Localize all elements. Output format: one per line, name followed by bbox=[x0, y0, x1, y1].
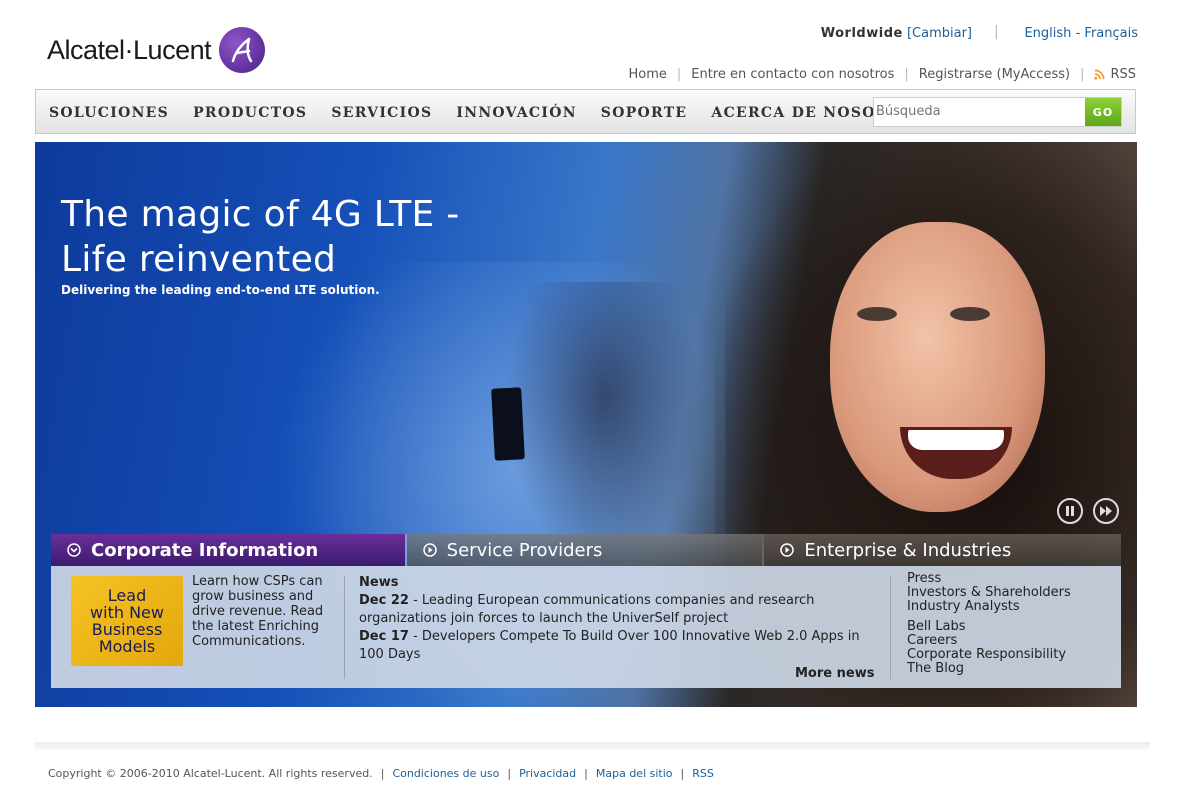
terms-link[interactable]: Condiciones de uso bbox=[392, 767, 499, 780]
nav-item-soporte[interactable]: SOPORTE bbox=[601, 105, 688, 121]
next-slide-button[interactable] bbox=[1093, 498, 1119, 524]
panel-divider bbox=[344, 576, 345, 679]
news-item[interactable]: Dec 22 - Leading European communications… bbox=[359, 592, 874, 628]
promo-line: Lead bbox=[107, 586, 147, 605]
investors-link[interactable]: Investors & Shareholders bbox=[907, 586, 1071, 600]
hero-teeth bbox=[908, 430, 1004, 450]
worldwide-label: Worldwide bbox=[820, 26, 903, 41]
business-models-promo-image[interactable]: Lead with New Business Models bbox=[71, 576, 183, 666]
logo-a-icon bbox=[219, 27, 266, 73]
utility-separator: | bbox=[676, 67, 682, 82]
circle-chevron-down-icon bbox=[67, 543, 81, 557]
change-region-link[interactable]: [Cambiar] bbox=[907, 26, 972, 41]
hero-eye-left bbox=[857, 307, 897, 321]
blog-link[interactable]: The Blog bbox=[907, 662, 1071, 676]
search-input[interactable] bbox=[874, 98, 1083, 124]
news-item[interactable]: Dec 17 - Developers Compete To Build Ove… bbox=[359, 628, 874, 664]
hero-eye-right bbox=[950, 307, 990, 321]
corporate-info-panel: Lead with New Business Models Learn how … bbox=[51, 566, 1121, 688]
hero-headline-line2: Life reinvented bbox=[61, 239, 337, 280]
home-link[interactable]: Home bbox=[628, 67, 666, 82]
nav-item-servicios[interactable]: SERVICIOS bbox=[331, 105, 432, 121]
search-go-button[interactable]: GO bbox=[1085, 98, 1121, 126]
audience-tabs: Corporate Information Service Providers … bbox=[51, 534, 1122, 566]
news-text: - Developers Compete To Build Over 100 I… bbox=[359, 629, 860, 662]
worldwide-selector: Worldwide [Cambiar] bbox=[821, 26, 972, 41]
logo-wordmark: Alcatel·Lucent bbox=[47, 34, 212, 65]
tab-label: Enterprise & Industries bbox=[804, 539, 1012, 561]
news-heading: News bbox=[359, 575, 399, 590]
main-nav: SOLUCIONES PRODUCTOS SERVICIOS INNOVACIÓ… bbox=[35, 89, 1136, 134]
french-link[interactable]: Français bbox=[1084, 26, 1138, 41]
privacy-link[interactable]: Privacidad bbox=[519, 767, 576, 780]
register-link[interactable]: Registrarse (MyAccess) bbox=[919, 67, 1070, 82]
contact-link[interactable]: Entre en contacto con nosotros bbox=[691, 67, 894, 82]
corporate-links: Press Investors & Shareholders Industry … bbox=[907, 572, 1071, 676]
utility-separator: | bbox=[1080, 67, 1085, 82]
careers-link[interactable]: Careers bbox=[907, 634, 1071, 648]
language-separator: - bbox=[1075, 26, 1081, 41]
copyright-text: Copyright © 2006-2010 Alcatel-Lucent. Al… bbox=[48, 767, 373, 780]
press-link[interactable]: Press bbox=[907, 572, 1071, 586]
circle-play-icon bbox=[780, 543, 795, 557]
hero-man-image bbox=[505, 282, 705, 572]
rss-icon bbox=[1094, 69, 1105, 80]
pause-icon bbox=[1066, 506, 1074, 516]
promo-line: with New bbox=[90, 603, 164, 622]
hero-headline: The magic of 4G LTE - Life reinvented bbox=[61, 192, 460, 282]
pause-button[interactable] bbox=[1057, 498, 1083, 524]
footer-separator: | bbox=[584, 767, 588, 780]
bell-labs-link[interactable]: Bell Labs bbox=[907, 620, 1071, 634]
footer-separator: | bbox=[507, 767, 512, 780]
hero-banner[interactable]: The magic of 4G LTE - Life reinvented De… bbox=[35, 142, 1137, 707]
tab-label: Corporate Information bbox=[91, 539, 319, 561]
panel-divider bbox=[890, 576, 891, 679]
hero-subline: Delivering the leading end-to-end LTE so… bbox=[61, 283, 380, 297]
nav-item-productos[interactable]: PRODUCTOS bbox=[193, 105, 307, 121]
alcatel-lucent-logo[interactable]: Alcatel·Lucent bbox=[47, 26, 266, 74]
sitemap-link[interactable]: Mapa del sitio bbox=[596, 767, 673, 780]
utility-nav: Home | Entre en contacto con nosotros | … bbox=[628, 67, 1136, 82]
hero-headline-line1: The magic of 4G LTE - bbox=[61, 194, 460, 235]
more-news-link[interactable]: More news bbox=[795, 666, 874, 681]
english-link[interactable]: English bbox=[1024, 26, 1071, 41]
corporate-responsibility-link[interactable]: Corporate Responsibility bbox=[907, 648, 1071, 662]
promo-line: Business bbox=[91, 620, 163, 639]
rss-link[interactable]: RSS bbox=[1110, 67, 1136, 82]
nav-item-soluciones[interactable]: SOLUCIONES bbox=[49, 105, 169, 121]
news-section: News Dec 22 - Leading European communica… bbox=[359, 574, 874, 664]
search-box: GO bbox=[873, 97, 1122, 127]
analysts-link[interactable]: Industry Analysts bbox=[907, 600, 1071, 614]
hero-phone-image bbox=[491, 387, 525, 461]
news-text: - Leading European communications compan… bbox=[359, 593, 815, 626]
language-switcher: English - Français bbox=[1024, 26, 1138, 41]
news-date: Dec 22 bbox=[359, 593, 409, 608]
footer-rss-link[interactable]: RSS bbox=[692, 767, 714, 780]
footer-separator: | bbox=[680, 767, 685, 780]
fast-forward-icon bbox=[1100, 506, 1112, 516]
footer-separator: | bbox=[380, 767, 385, 780]
promo-description-link[interactable]: Learn how CSPs can grow business and dri… bbox=[192, 574, 330, 649]
tab-corporate-information[interactable]: Corporate Information bbox=[51, 534, 405, 566]
nav-item-innovacion[interactable]: INNOVACIÓN bbox=[456, 105, 576, 121]
promo-line: Models bbox=[98, 637, 156, 656]
circle-play-icon bbox=[422, 543, 437, 557]
header-divider: | bbox=[994, 24, 999, 40]
tab-service-providers[interactable]: Service Providers bbox=[406, 534, 763, 566]
footer: Copyright © 2006-2010 Alcatel-Lucent. Al… bbox=[48, 767, 714, 780]
tab-enterprise-industries[interactable]: Enterprise & Industries bbox=[764, 534, 1122, 566]
tab-label: Service Providers bbox=[446, 539, 603, 561]
utility-separator: | bbox=[904, 67, 909, 82]
footer-divider-bar bbox=[35, 742, 1150, 750]
news-date: Dec 17 bbox=[359, 629, 409, 644]
